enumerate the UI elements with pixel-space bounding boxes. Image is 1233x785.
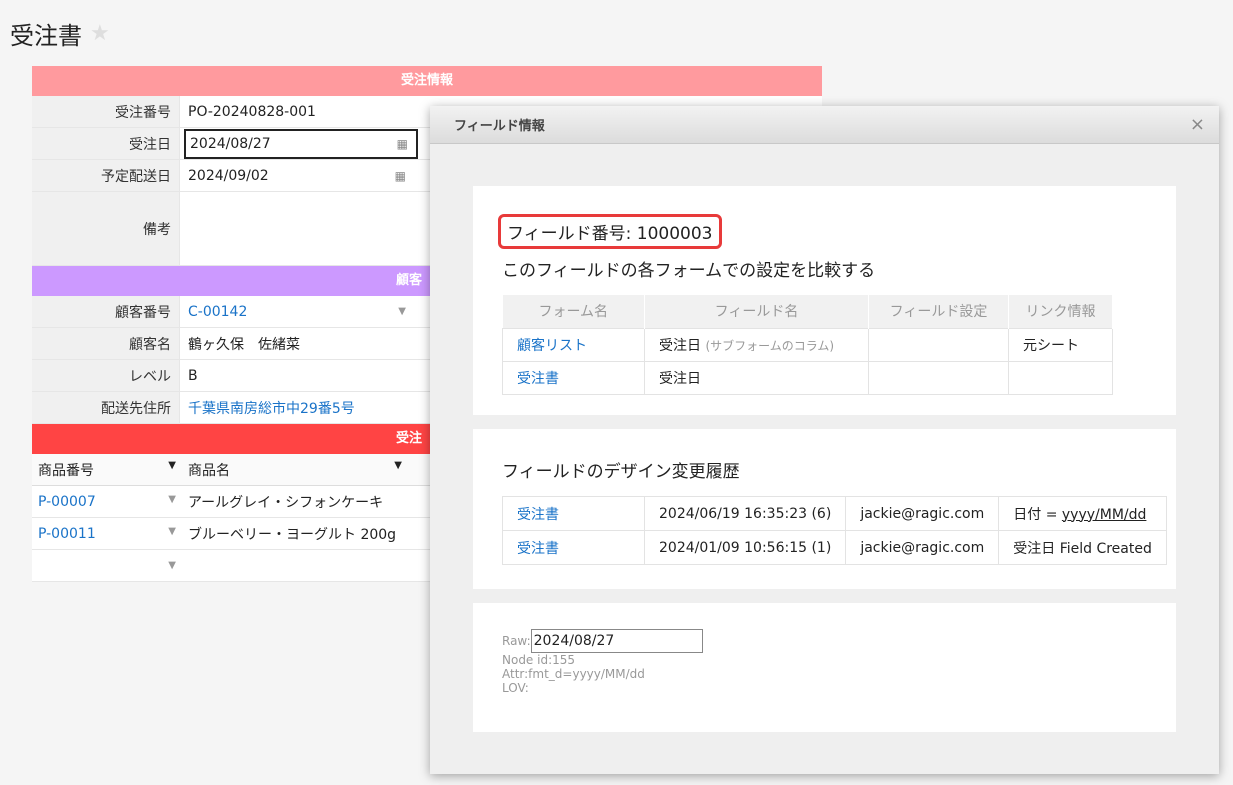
history-title: フィールドのデザイン変更履歴 xyxy=(502,462,740,482)
compare-form-cell[interactable]: 受注書 xyxy=(502,360,645,395)
compare-link-cell: 元シート xyxy=(1008,327,1113,362)
field-info-dialog: フィールド情報 × フィールド番号: 1000003 このフィールドの各フォーム… xyxy=(430,106,1219,774)
close-icon[interactable]: × xyxy=(1190,114,1205,135)
address-link[interactable]: 千葉県南房総市中29番5号 xyxy=(180,392,414,423)
customer-no-field[interactable]: C-00142 ▼ xyxy=(180,296,414,327)
item-code-link[interactable]: P-00011 xyxy=(38,526,96,542)
compare-link-cell xyxy=(1008,360,1113,395)
customer-name-value: 鶴ヶ久保 佐緒菜 xyxy=(188,336,300,353)
compare-setting-cell xyxy=(868,327,1009,362)
raw-line: Raw: xyxy=(502,629,1176,653)
history-user-cell: jackie@ragic.com xyxy=(845,496,1000,531)
label-memo: 備考 xyxy=(32,192,180,265)
table-row: 受注書 受注日 xyxy=(502,360,1113,395)
raw-info: Raw: Node id:155 Attr:fmt_d=yyyy/MM/dd L… xyxy=(502,629,1176,695)
compare-card: フィールド番号: 1000003 このフィールドの各フォームでの設定を比較する … xyxy=(473,186,1176,415)
form-link[interactable]: 受注書 xyxy=(517,507,559,523)
table-row: 顧客リスト 受注日 (サブフォームのコラム) 元シート xyxy=(502,327,1113,362)
label-customer-no: 顧客番号 xyxy=(32,296,180,327)
compare-title: このフィールドの各フォームでの設定を比較する xyxy=(502,261,876,281)
sort-caret-icon[interactable]: ▼ xyxy=(394,460,402,480)
table-row: 受注書 2024/01/09 10:56:15 (1) jackie@ragic… xyxy=(502,530,1167,565)
item-name-cell: ブルーベリー・ヨーグルト 200g xyxy=(188,526,397,543)
history-table: 受注書 2024/06/19 16:35:23 (6) jackie@ragic… xyxy=(502,496,1167,565)
ship-date-text: 2024/09/02 xyxy=(188,167,269,184)
compare-table: フォーム名 フィールド名 フィールド設定 リンク情報 顧客リスト 受注日 (サブ… xyxy=(502,295,1113,395)
calendar-icon[interactable]: ▦ xyxy=(397,137,408,151)
label-customer-name: 顧客名 xyxy=(32,328,180,359)
address-text[interactable]: 千葉県南房総市中29番5号 xyxy=(188,398,355,418)
form-link[interactable]: 受注書 xyxy=(517,541,559,557)
raw-label: Raw: xyxy=(502,634,531,648)
history-change-cell: 日付 = yyyy/MM/dd xyxy=(998,496,1167,531)
raw-card: Raw: Node id:155 Attr:fmt_d=yyyy/MM/dd L… xyxy=(473,603,1176,732)
compare-setting-cell xyxy=(868,360,1009,395)
field-note: (サブフォームのコラム) xyxy=(705,338,835,353)
value-order-no[interactable]: PO-20240828-001 xyxy=(180,96,414,127)
raw-input[interactable] xyxy=(530,629,703,653)
item-code-link[interactable]: P-00007 xyxy=(38,494,96,510)
item-name-cell: アールグレイ・シフォンケーキ xyxy=(188,494,384,511)
ship-date-field[interactable]: 2024/09/02 ▦ xyxy=(180,160,414,191)
chevron-down-icon[interactable]: ▼ xyxy=(168,494,176,510)
compare-field-cell: 受注日 (サブフォームのコラム) xyxy=(644,327,869,362)
label-order-date: 受注日 xyxy=(32,128,180,159)
header-code-text: 商品番号 xyxy=(38,462,94,479)
subtable-header-name[interactable]: 商品名 ▼ xyxy=(182,460,412,480)
change-prefix: 日付 = xyxy=(1013,506,1062,523)
compare-header: フォーム名 xyxy=(502,295,645,328)
table-row: 受注書 2024/06/19 16:35:23 (6) jackie@ragic… xyxy=(502,496,1167,531)
page-title: 受注書 ★ xyxy=(10,16,110,51)
order-no-text: PO-20240828-001 xyxy=(188,103,316,120)
label-level: レベル xyxy=(32,360,180,391)
attr-info: Attr:fmt_d=yyyy/MM/dd xyxy=(502,667,645,681)
memo-field[interactable] xyxy=(180,192,414,265)
field-name: 受注日 xyxy=(659,370,701,387)
header-name-text: 商品名 xyxy=(188,462,230,479)
calendar-icon[interactable]: ▦ xyxy=(395,169,406,183)
sort-caret-icon[interactable]: ▼ xyxy=(168,460,176,480)
chevron-down-icon[interactable]: ▼ xyxy=(398,306,406,317)
compare-header: フィールド名 xyxy=(644,295,869,328)
change-prefix: 受注日 Field Created xyxy=(1013,540,1152,557)
dialog-title: フィールド情報 xyxy=(454,119,545,134)
lov-info: LOV: xyxy=(502,681,529,695)
label-order-no: 受注番号 xyxy=(32,96,180,127)
favorite-star-icon[interactable]: ★ xyxy=(90,21,110,46)
compare-header-row: フォーム名 フィールド名 フィールド設定 リンク情報 xyxy=(502,295,1113,328)
level-value: B xyxy=(188,367,198,384)
section-header-order-info: 受注情報 xyxy=(32,66,822,96)
page-title-text: 受注書 xyxy=(10,22,82,50)
compare-field-cell: 受注日 xyxy=(644,360,869,395)
item-code-cell[interactable]: P-00007 ▼ xyxy=(32,494,182,510)
chevron-down-icon[interactable]: ▼ xyxy=(168,526,176,542)
dialog-titlebar[interactable]: フィールド情報 × xyxy=(430,106,1219,144)
history-time-cell: 2024/01/09 10:56:15 (1) xyxy=(643,530,847,565)
history-card: フィールドのデザイン変更履歴 受注書 2024/06/19 16:35:23 (… xyxy=(473,429,1176,589)
field-number: フィールド番号: 1000003 xyxy=(498,214,722,249)
history-change-cell: 受注日 Field Created xyxy=(998,530,1167,565)
customer-no-link[interactable]: C-00142 xyxy=(188,304,247,320)
compare-header: フィールド設定 xyxy=(868,295,1009,328)
form-link[interactable]: 受注書 xyxy=(517,371,559,387)
compare-header: リンク情報 xyxy=(1008,295,1113,328)
compare-form-cell[interactable]: 顧客リスト xyxy=(502,327,645,362)
label-address: 配送先住所 xyxy=(32,392,180,423)
form-link[interactable]: 顧客リスト xyxy=(517,338,587,354)
chevron-down-icon[interactable]: ▼ xyxy=(168,560,176,571)
item-code-cell[interactable]: ▼ xyxy=(32,560,182,571)
change-value: yyyy/MM/dd xyxy=(1061,506,1147,523)
label-ship-date: 予定配送日 xyxy=(32,160,180,191)
order-date-field[interactable]: 2024/08/27 ▦ xyxy=(184,128,418,159)
history-time-cell: 2024/06/19 16:35:23 (6) xyxy=(643,496,847,531)
item-code-cell[interactable]: P-00011 ▼ xyxy=(32,526,182,542)
history-user-cell: jackie@ragic.com xyxy=(845,530,1000,565)
history-form-cell[interactable]: 受注書 xyxy=(502,496,645,531)
node-id: Node id:155 xyxy=(502,653,576,667)
subtable-header-code[interactable]: 商品番号 ▼ xyxy=(32,460,182,480)
field-name: 受注日 xyxy=(659,337,701,354)
order-date-text: 2024/08/27 xyxy=(190,135,271,152)
history-form-cell[interactable]: 受注書 xyxy=(502,530,645,565)
